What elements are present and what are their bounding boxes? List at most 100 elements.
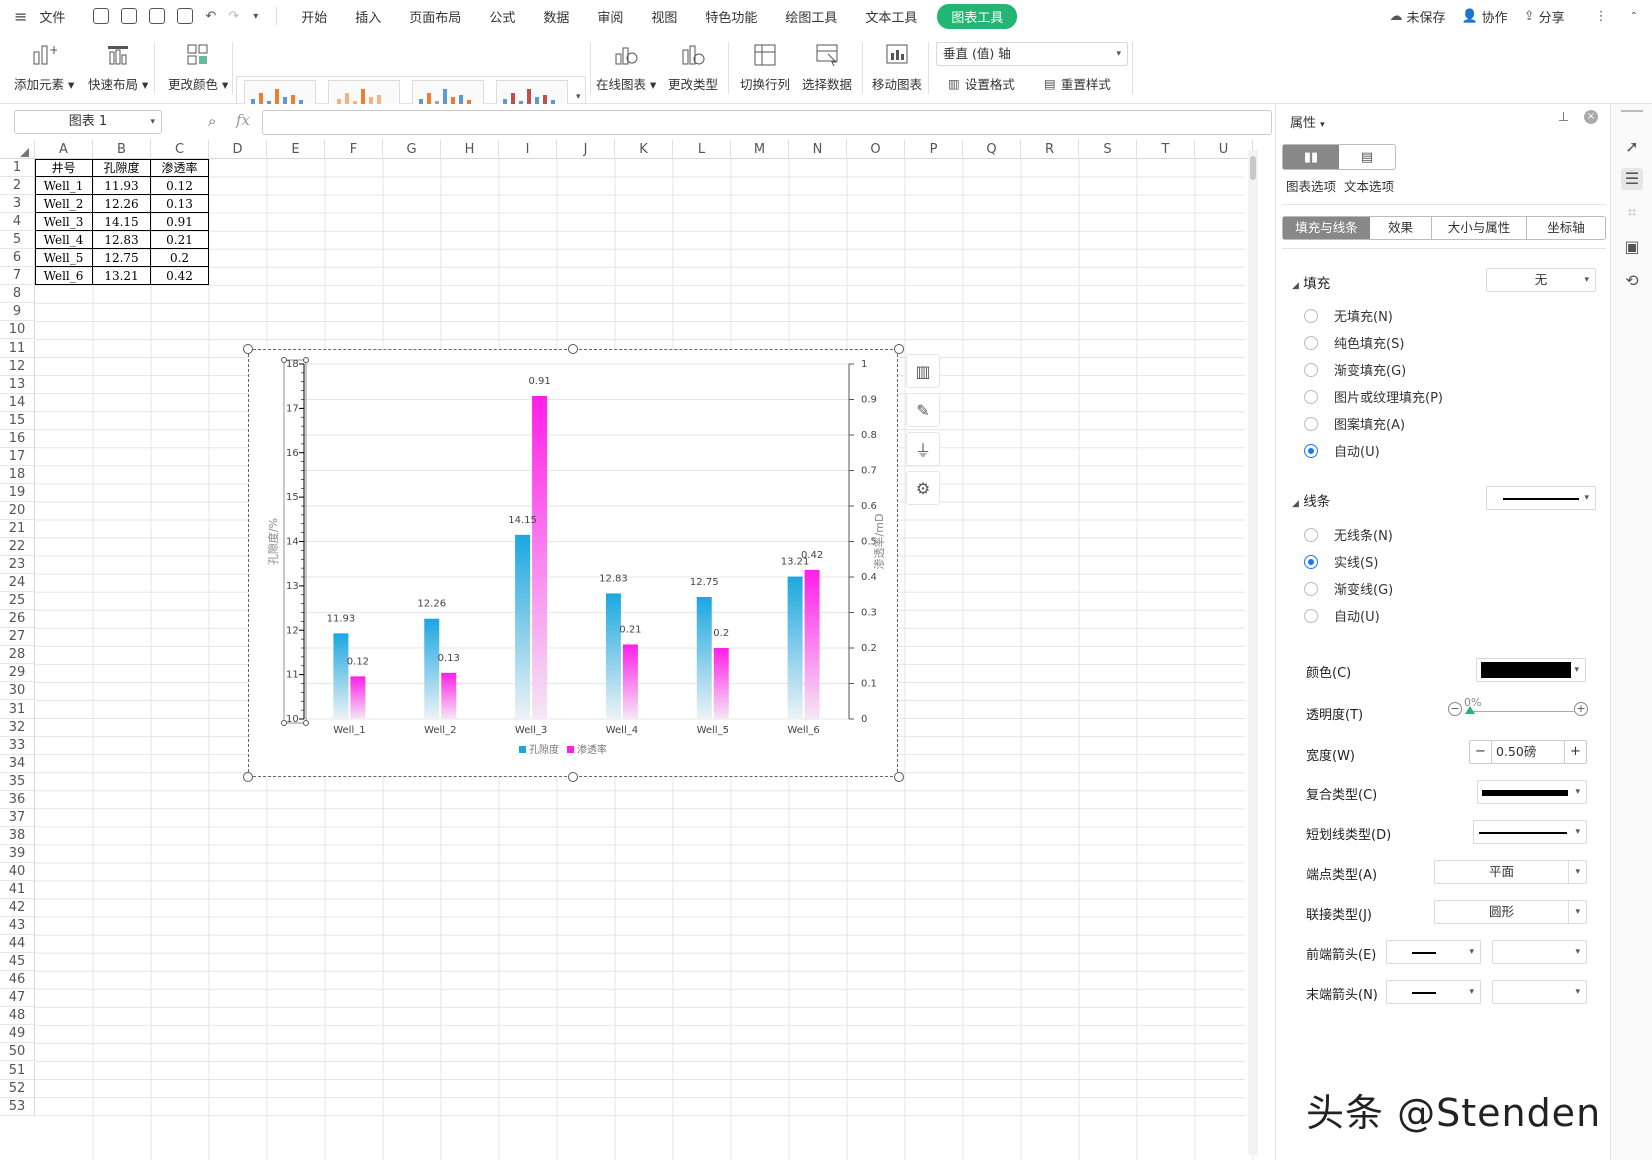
join-type-select[interactable]: 圆形 ▾ — [1434, 900, 1587, 924]
table-header-cell[interactable]: 孔隙度 — [93, 159, 151, 178]
preview-icon[interactable] — [177, 8, 194, 24]
row-header-33[interactable]: 33 — [0, 736, 35, 755]
cloud-icon[interactable]: ☁ — [1389, 9, 1402, 24]
row-header-19[interactable]: 19 — [0, 483, 35, 502]
row-header-9[interactable]: 9 — [0, 303, 35, 322]
change-type-button[interactable]: 更改类型 — [668, 42, 718, 93]
table-cell[interactable]: 0.13 — [151, 195, 209, 214]
row-header-35[interactable]: 35 — [0, 772, 35, 791]
row-header-41[interactable]: 41 — [0, 881, 35, 900]
begin-arrow-size-select[interactable]: ▾ — [1492, 940, 1587, 964]
select-all-corner[interactable] — [0, 140, 35, 159]
row-header-26[interactable]: 26 — [0, 610, 35, 629]
slider-thumb[interactable] — [1465, 706, 1475, 714]
gallery-expand-icon[interactable]: ▾ — [576, 92, 581, 102]
fill-option-picture[interactable]: 图片或纹理填充(P) — [1304, 387, 1443, 406]
width-value[interactable]: 0.50磅 — [1492, 741, 1564, 763]
line-option-auto[interactable]: 自动(U) — [1304, 606, 1380, 625]
row-header-27[interactable]: 27 — [0, 628, 35, 647]
table-cell[interactable]: 11.93 — [93, 177, 151, 196]
row-header-36[interactable]: 36 — [0, 790, 35, 809]
row-header-44[interactable]: 44 — [0, 935, 35, 954]
tab-insert[interactable]: 插入 — [341, 7, 395, 26]
resize-handle-br[interactable] — [894, 772, 904, 782]
name-box[interactable]: 图表 1 ▾ — [14, 110, 162, 134]
row-header-10[interactable]: 10 — [0, 321, 35, 340]
tab-formula[interactable]: 公式 — [475, 7, 529, 26]
tab-features[interactable]: 特色功能 — [691, 7, 771, 26]
text-options-toggle[interactable]: ▤ — [1339, 145, 1395, 169]
switch-rowcol-button[interactable]: 切换行列 — [740, 42, 790, 93]
tab-drawing-tools[interactable]: 绘图工具 — [771, 7, 851, 26]
table-cell[interactable]: Well_5 — [35, 249, 93, 268]
column-header-H[interactable]: H — [441, 140, 499, 159]
row-header-4[interactable]: 4 — [0, 213, 35, 232]
select-cursor-icon[interactable]: ➚ — [1621, 136, 1643, 158]
table-cell[interactable]: 0.21 — [151, 231, 209, 250]
bar-porosity[interactable] — [333, 633, 349, 719]
row-header-30[interactable]: 30 — [0, 682, 35, 701]
row-header-7[interactable]: 7 — [0, 267, 35, 286]
bar-permeability[interactable] — [622, 644, 638, 719]
column-header-M[interactable]: M — [731, 140, 789, 159]
column-header-B[interactable]: B — [93, 140, 151, 159]
more-menu-icon[interactable]: ⋮ — [1595, 9, 1608, 24]
chart-options-toggle[interactable]: ▮▮ — [1283, 145, 1339, 169]
chart-settings-tool[interactable]: ⚙ — [906, 471, 940, 505]
row-header-45[interactable]: 45 — [0, 953, 35, 972]
more-quick-icon[interactable]: ▾ — [253, 11, 258, 22]
row-header-51[interactable]: 51 — [0, 1061, 35, 1080]
move-chart-button[interactable]: 移动图表 — [872, 42, 922, 93]
fill-option-auto[interactable]: 自动(U) — [1304, 441, 1380, 460]
zoom-search-icon[interactable]: ⌕ — [208, 112, 216, 130]
table-cell[interactable]: Well_4 — [35, 231, 93, 250]
add-element-button[interactable]: + 添加元素 ▾ — [14, 42, 74, 93]
row-header-28[interactable]: 28 — [0, 646, 35, 665]
resize-handle-tl[interactable] — [243, 344, 253, 354]
chart-style-tool[interactable]: ✎ — [906, 393, 940, 427]
fill-option-pattern[interactable]: 图案填充(A) — [1304, 414, 1405, 433]
row-header-37[interactable]: 37 — [0, 808, 35, 827]
chart-element-select[interactable]: 垂直 (值) 轴 ▾ — [936, 42, 1128, 66]
tab-data[interactable]: 数据 — [529, 7, 583, 26]
table-cell[interactable]: 0.91 — [151, 213, 209, 232]
column-header-E[interactable]: E — [267, 140, 325, 159]
table-cell[interactable]: Well_2 — [35, 195, 93, 214]
line-option-none[interactable]: 无线条(N) — [1304, 525, 1393, 544]
reset-style-button[interactable]: ▤ 重置样式 — [1044, 74, 1111, 93]
column-header-N[interactable]: N — [789, 140, 847, 159]
width-decrease[interactable]: − — [1470, 741, 1492, 763]
resize-handle-bc[interactable] — [568, 772, 578, 782]
tab-home[interactable]: 开始 — [287, 7, 341, 26]
begin-arrow-type-select[interactable]: ▾ — [1386, 940, 1481, 964]
row-header-24[interactable]: 24 — [0, 574, 35, 593]
transparency-slider[interactable] — [1468, 711, 1574, 712]
table-cell[interactable]: 13.21 — [93, 267, 151, 286]
row-header-12[interactable]: 12 — [0, 357, 35, 376]
fill-option-solid[interactable]: 纯色填充(S) — [1304, 333, 1404, 352]
column-header-T[interactable]: T — [1137, 140, 1195, 159]
row-header-17[interactable]: 17 — [0, 447, 35, 466]
bar-porosity[interactable] — [787, 576, 803, 719]
tab-text-options[interactable]: 文本选项 — [1344, 176, 1394, 195]
set-format-button[interactable]: ▥ 设置格式 — [948, 74, 1015, 93]
row-header-18[interactable]: 18 — [0, 465, 35, 484]
fill-type-select[interactable]: 无 ▾ — [1486, 268, 1596, 292]
fill-option-none[interactable]: 无填充(N) — [1304, 306, 1393, 325]
vertical-scrollbar[interactable] — [1248, 150, 1258, 1155]
redo-icon[interactable]: ↷ — [228, 9, 239, 24]
row-header-8[interactable]: 8 — [0, 285, 35, 304]
bar-porosity[interactable] — [605, 593, 621, 719]
bar-porosity[interactable] — [696, 596, 712, 719]
table-header-cell[interactable]: 渗透率 — [151, 159, 209, 178]
line-option-gradient[interactable]: 渐变线(G) — [1304, 579, 1393, 598]
column-header-L[interactable]: L — [673, 140, 731, 159]
column-header-O[interactable]: O — [847, 140, 905, 159]
table-cell[interactable]: 0.12 — [151, 177, 209, 196]
fill-option-gradient[interactable]: 渐变填充(G) — [1304, 360, 1406, 379]
collab-icon[interactable]: 👤 — [1461, 9, 1477, 24]
row-header-47[interactable]: 47 — [0, 989, 35, 1008]
line-option-solid[interactable]: 实线(S) — [1304, 552, 1378, 571]
transparency-decrease[interactable]: − — [1448, 702, 1462, 716]
row-header-2[interactable]: 2 — [0, 177, 35, 196]
